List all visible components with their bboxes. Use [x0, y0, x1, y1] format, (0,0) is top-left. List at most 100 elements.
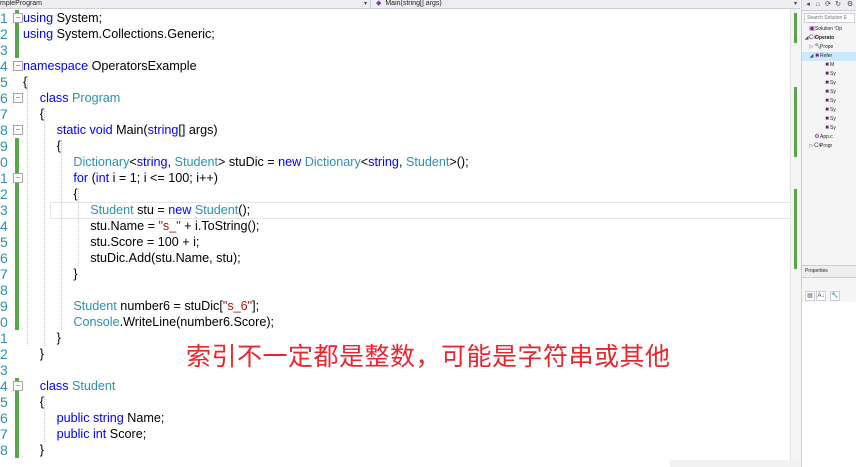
code-line[interactable]: 6− class Program — [0, 90, 800, 106]
tree-item[interactable]: ■M — [802, 61, 856, 70]
tree-item[interactable]: ■Sy — [802, 88, 856, 97]
type-dropdown[interactable]: mpleProgram ▾ — [0, 0, 371, 8]
code-line[interactable]: 7{ — [0, 106, 800, 122]
line-number: 6 — [0, 90, 8, 106]
tree-item[interactable]: ■Sy — [802, 124, 856, 133]
code-text: using System.Collections.Generic; — [23, 26, 215, 42]
settings-icon[interactable]: ⚙ — [846, 1, 854, 9]
code-line[interactable]: 5 stu.Score = 100 + i; — [0, 234, 800, 250]
line-number: 5 — [0, 234, 8, 250]
code-token: using — [23, 27, 54, 41]
code-line[interactable]: 1− using System; — [0, 10, 800, 26]
line-number: 9 — [0, 298, 8, 314]
refresh-icon[interactable]: ↻ — [834, 1, 842, 9]
code-editor[interactable]: 1− using System; 2 using System.Collections… — [0, 9, 800, 467]
collapse-icon[interactable]: − — [13, 125, 23, 135]
collapse-icon[interactable]: − — [13, 381, 23, 391]
code-token: (); — [238, 203, 251, 217]
code-text: stu.Score = 100 + i; — [90, 234, 199, 250]
change-indicator — [15, 218, 19, 234]
change-indicator — [15, 426, 19, 442]
code-token: Student — [73, 299, 117, 313]
tree-item-label: Refer — [820, 53, 833, 59]
line-number: 2 — [0, 346, 8, 362]
editor-navigation-bar: mpleProgram ▾ ◆ Main(string[] args) ▾ — [0, 0, 800, 9]
solution-search-input[interactable]: Search Solution E — [804, 13, 855, 23]
line-number: 7 — [0, 266, 8, 282]
tree-item[interactable]: ■Sy — [802, 79, 856, 88]
type-dropdown-value: mpleProgram — [0, 0, 43, 7]
collapse-icon[interactable]: − — [13, 13, 23, 23]
code-token: } — [73, 267, 78, 281]
collapse-icon[interactable]: − — [13, 173, 23, 183]
indent-guide — [44, 396, 45, 442]
code-line[interactable]: 0 Dictionary<string, Student> stuDic = ne… — [0, 154, 800, 170]
tree-item[interactable]: ■Sy — [802, 70, 856, 79]
change-indicator — [15, 266, 19, 282]
code-line[interactable]: 9 Student number6 = stuDic["s_6"]; — [0, 298, 800, 314]
categorized-icon[interactable]: ▤ — [805, 291, 815, 301]
line-number: 3 — [0, 42, 8, 58]
code-line[interactable]: 6 public string Name; — [0, 410, 800, 426]
member-dropdown[interactable]: ◆ Main(string[] args) ▾ — [372, 0, 800, 8]
code-line[interactable]: 8 — [0, 282, 800, 298]
code-token: , — [167, 155, 175, 169]
code-token: new — [168, 203, 192, 217]
back-icon[interactable]: ◂ — [804, 1, 812, 9]
editor-vertical-scrollbar[interactable] — [790, 9, 801, 467]
code-token: number6 = stuDic[ — [116, 299, 223, 313]
code-token: public — [56, 411, 90, 425]
tree-item-label: M — [830, 62, 835, 68]
code-line[interactable]: 4− namespace OperatorsExample — [0, 58, 800, 74]
change-indicator — [15, 186, 19, 202]
change-indicator — [15, 138, 19, 154]
code-line[interactable]: 3 Student stu = new Student(); — [0, 202, 800, 218]
change-indicator — [15, 202, 19, 218]
code-line[interactable]: 0 Console.WriteLine(number6.Score); — [0, 314, 800, 330]
solution-tree: ▣Solution 'Op ◢C#Operato ▷🔧Prope ◢ ■Refer ■M ■… — [802, 25, 856, 151]
code-line[interactable]: 5{ — [0, 74, 800, 90]
code-line[interactable]: 2{ — [0, 186, 800, 202]
tree-item[interactable]: ■Sy — [802, 97, 856, 106]
sync-icon[interactable]: ⟳ — [824, 1, 832, 9]
collapse-icon[interactable]: − — [13, 61, 23, 71]
property-pages-icon[interactable]: 🔧 — [830, 291, 840, 301]
line-number: 7 — [0, 106, 8, 122]
tree-item[interactable]: ■Sy — [802, 106, 856, 115]
change-indicator — [15, 26, 19, 42]
code-line[interactable]: 6 stuDic.Add(stu.Name, stu); — [0, 250, 800, 266]
tree-item[interactable]: ▷🔧Prope — [802, 43, 856, 52]
code-line[interactable]: 4 stu.Name = "s_" + i.ToString(); — [0, 218, 800, 234]
home-icon[interactable]: ⌂ — [814, 1, 822, 9]
tree-item[interactable]: ■Sy — [802, 115, 856, 124]
code-line[interactable]: 3 — [0, 42, 800, 58]
code-token: using — [23, 11, 54, 25]
code-token: { — [73, 187, 78, 201]
code-line[interactable]: 2 using System.Collections.Generic; — [0, 26, 800, 42]
tree-item[interactable]: ▣Solution 'Op — [802, 25, 856, 34]
alphabetical-icon[interactable]: A↓ — [816, 291, 826, 301]
code-token: void — [89, 123, 113, 137]
code-line[interactable]: 8− static void Main(string[] args) — [0, 122, 800, 138]
code-line[interactable]: 7 public int Score; — [0, 426, 800, 442]
code-token: static — [56, 123, 86, 137]
code-token: Student — [72, 379, 116, 393]
code-line[interactable]: 4− class Student — [0, 378, 800, 394]
tree-item[interactable]: ◢C#Operato — [802, 34, 856, 43]
code-token: stu.Score = 100 + i; — [90, 235, 200, 249]
change-indicator — [15, 314, 19, 330]
line-number: 8 — [0, 442, 8, 458]
code-token: new — [278, 155, 302, 169]
collapse-icon[interactable]: − — [13, 93, 23, 103]
tree-item[interactable]: ▷C#Progr — [802, 142, 856, 151]
tree-item[interactable]: ◢ ■Refer — [802, 52, 856, 61]
code-line[interactable]: 5{ — [0, 394, 800, 410]
code-token: < — [129, 155, 137, 169]
code-line[interactable]: 8} — [0, 442, 800, 458]
tree-item[interactable]: ⚙App.c — [802, 133, 856, 142]
code-token: > stuDic = — [217, 155, 279, 169]
code-line[interactable]: 1− for (int i = 1; i <= 100; i++) — [0, 170, 800, 186]
code-line[interactable]: 7} — [0, 266, 800, 282]
code-token: + i.ToString(); — [180, 219, 260, 233]
code-line[interactable]: 9{ — [0, 138, 800, 154]
